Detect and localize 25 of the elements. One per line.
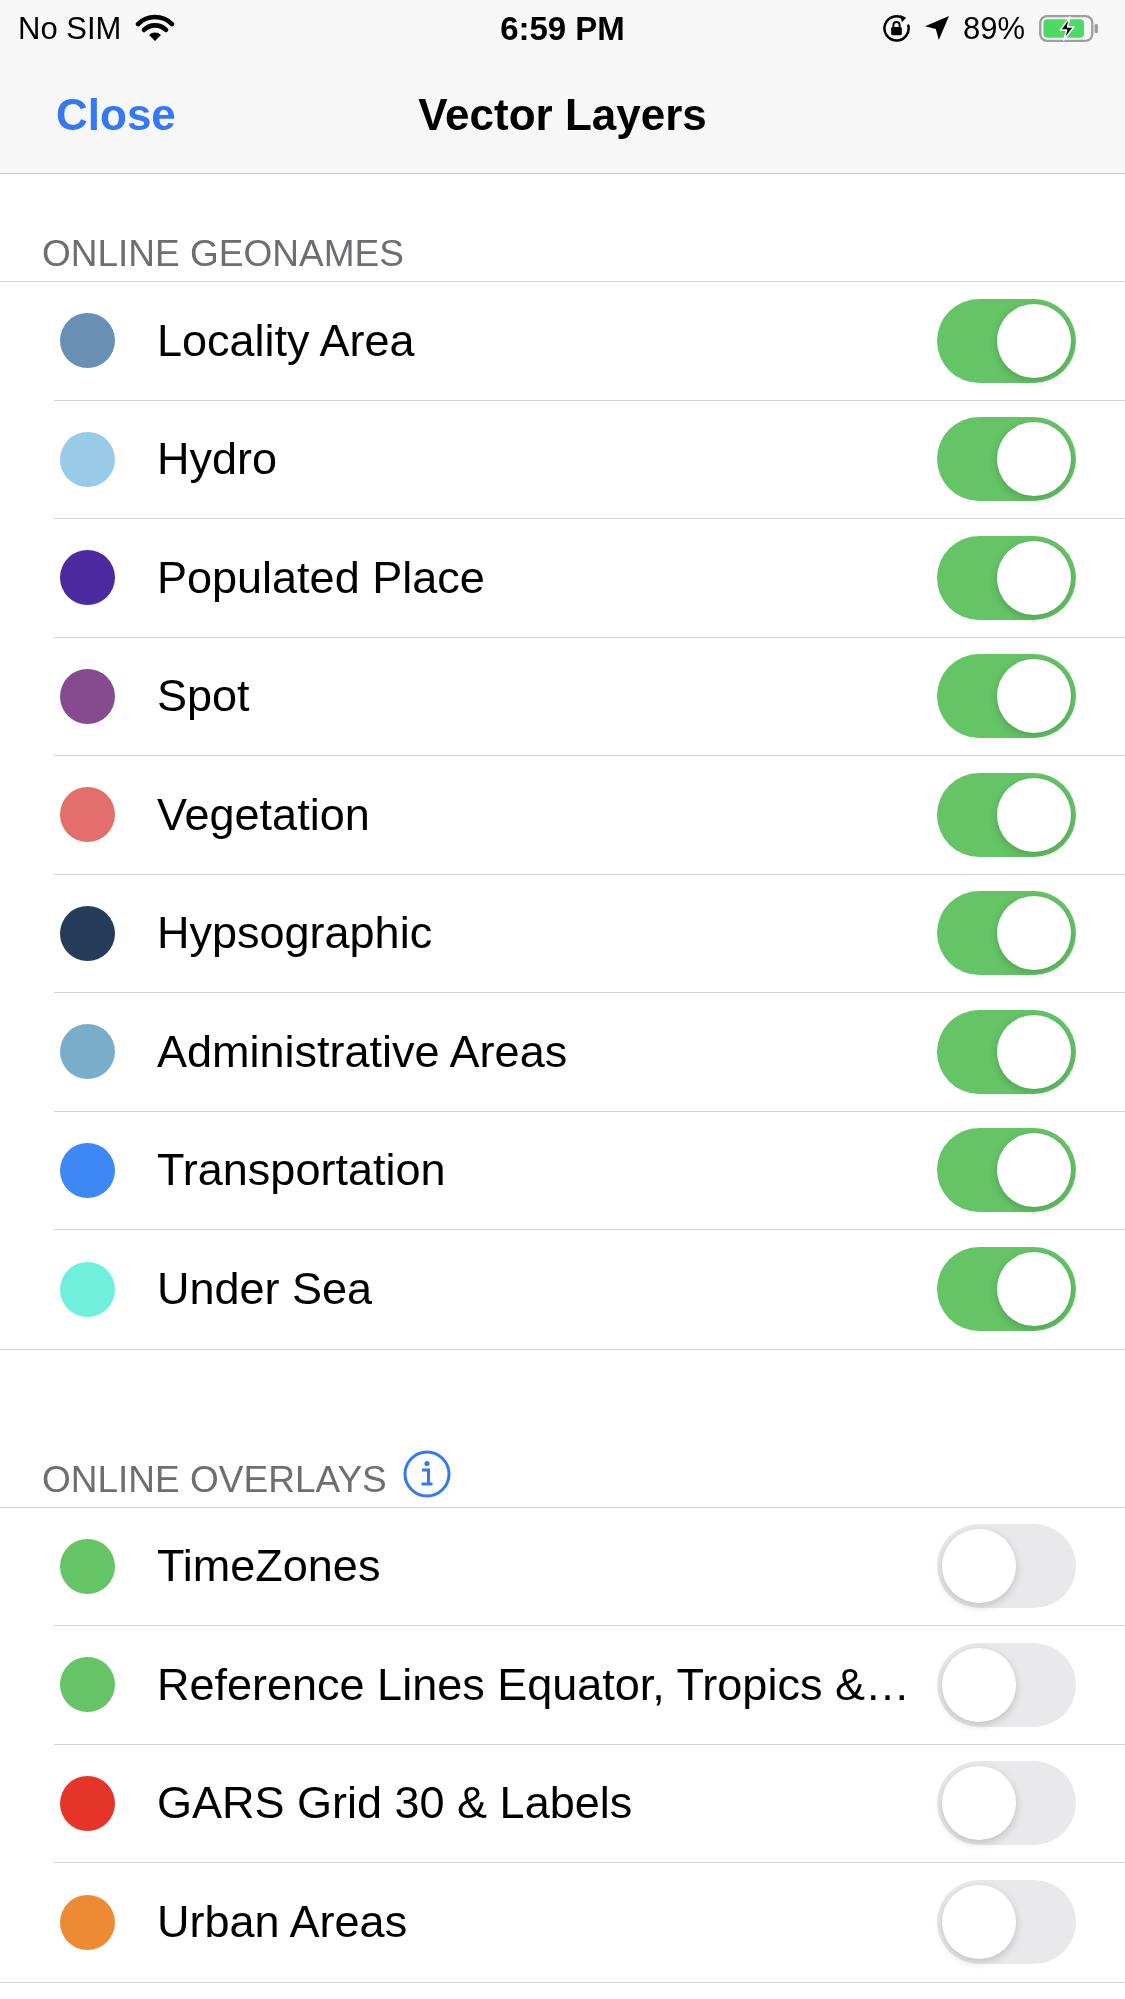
- wifi-icon: [135, 14, 176, 42]
- screen-title: Vector Layers: [418, 92, 707, 137]
- layer-name: Transportation: [157, 1144, 446, 1197]
- layer-name: Spot: [157, 670, 250, 723]
- layer-name: Hydro: [157, 433, 278, 486]
- carrier-label: No SIM: [18, 12, 122, 44]
- section-header: ONLINE GEONAMES: [42, 233, 404, 275]
- layer-name: Under Sea: [157, 1263, 373, 1316]
- info-icon[interactable]: [402, 1449, 451, 1498]
- section-header: ONLINE OVERLAYS: [42, 1458, 387, 1501]
- location-arrow-icon: [924, 16, 949, 40]
- battery-charging-icon: [1039, 14, 1099, 42]
- layer-name: Urban Areas: [157, 1896, 408, 1949]
- layer-name: Reference Lines Equator, Tropics &…: [157, 1658, 910, 1711]
- rotation-lock-icon: [881, 13, 911, 43]
- layer-name: Hypsographic: [157, 907, 433, 960]
- layer-name: Locality Area: [157, 314, 415, 367]
- battery-percentage: 89%: [962, 12, 1025, 44]
- close-button[interactable]: Close: [56, 92, 176, 137]
- clock-time: 6:59 PM: [500, 11, 625, 45]
- layer-name: Administrative Areas: [157, 1025, 568, 1078]
- layer-name: TimeZones: [157, 1540, 381, 1593]
- layer-name: Populated Place: [157, 551, 485, 604]
- layer-name: GARS Grid 30 & Labels: [157, 1777, 633, 1830]
- layer-name: Vegetation: [157, 788, 370, 841]
